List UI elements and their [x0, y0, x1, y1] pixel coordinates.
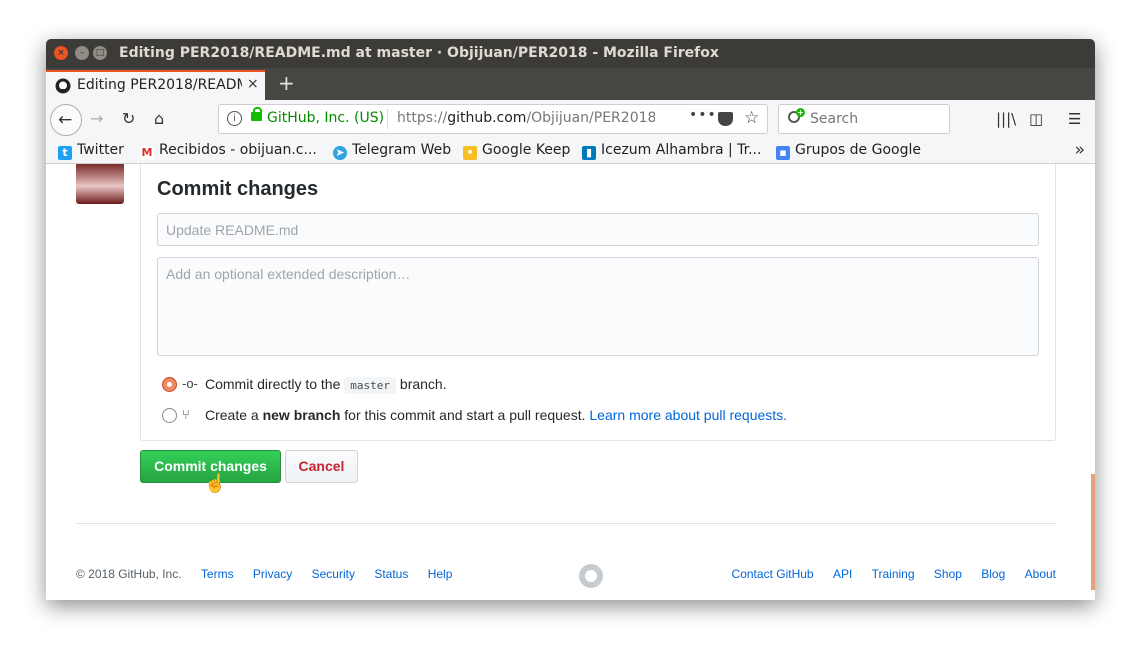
footer-link-privacy[interactable]: Privacy: [253, 567, 292, 581]
page-content: Commit changes -o- Commit directly to th…: [46, 164, 1095, 600]
window-close-button[interactable]: ×: [54, 46, 68, 60]
footer-link-api[interactable]: API: [833, 567, 852, 581]
site-identity[interactable]: GitHub, Inc. (US): [267, 110, 384, 126]
commit-description-input[interactable]: [157, 257, 1039, 356]
footer-divider: [76, 523, 1056, 524]
footer-link-status[interactable]: Status: [374, 567, 408, 581]
footer-copyright: © 2018 GitHub, Inc.: [76, 567, 182, 581]
commit-heading: Commit changes: [157, 178, 319, 200]
new-branch-label: Create a new branch for this commit and …: [205, 407, 788, 423]
tab-title: Editing PER2018/READM: [77, 77, 242, 93]
footer-link-blog[interactable]: Blog: [981, 567, 1005, 581]
title-bar: × – □ Editing PER2018/README.md at maste…: [46, 39, 1095, 68]
bookmarks-overflow-icon[interactable]: »: [1075, 140, 1085, 160]
info-icon[interactable]: i: [227, 111, 242, 126]
search-bar[interactable]: + Search: [778, 104, 950, 134]
bookmark-telegram[interactable]: ➤ Telegram Web: [333, 142, 451, 160]
footer-link-shop[interactable]: Shop: [934, 567, 962, 581]
gmail-icon: M: [140, 146, 154, 160]
page-actions-icon[interactable]: •••: [689, 107, 717, 123]
browser-window: × – □ Editing PER2018/README.md at maste…: [46, 39, 1095, 600]
learn-more-pull-requests-link[interactable]: Learn more about pull requests.: [589, 407, 787, 423]
footer-link-security[interactable]: Security: [312, 567, 355, 581]
bookmark-gmail[interactable]: M Recibidos - obijuan.c...: [140, 142, 317, 160]
url-text[interactable]: https://github.com/Objijuan/PER2018: [397, 110, 655, 126]
footer-left: © 2018 GitHub, Inc. Terms Privacy Securi…: [76, 567, 452, 581]
bookmark-twitter[interactable]: t Twitter: [58, 142, 124, 160]
footer-link-contact[interactable]: Contact GitHub: [732, 567, 814, 581]
tab-github-editing[interactable]: Editing PER2018/READM ×: [46, 70, 265, 100]
new-branch-radio[interactable]: [162, 408, 177, 423]
groups-icon: ▪: [776, 146, 790, 160]
commit-summary-input[interactable]: [157, 213, 1039, 246]
github-logo-icon[interactable]: [579, 564, 603, 588]
tab-close-icon[interactable]: ×: [247, 76, 259, 92]
window-title: Editing PER2018/README.md at master · Ob…: [119, 45, 719, 61]
nav-toolbar: ← → ↻ ⌂ i GitHub, Inc. (US) https://gith…: [46, 100, 1095, 140]
pocket-icon[interactable]: [718, 112, 733, 126]
url-separator: [387, 109, 388, 129]
footer-link-about[interactable]: About: [1025, 567, 1056, 581]
cancel-button[interactable]: Cancel: [285, 450, 358, 483]
new-tab-button[interactable]: +: [278, 71, 295, 95]
hamburger-menu-icon[interactable]: ☰: [1068, 110, 1081, 128]
footer-right: Contact GitHub API Training Shop Blog Ab…: [716, 567, 1056, 581]
hand-cursor-icon: ☝: [204, 473, 227, 493]
git-pull-request-icon: ⑂: [182, 407, 190, 422]
commit-direct-label: Commit directly to the master branch.: [205, 376, 447, 394]
bookmark-google-groups[interactable]: ▪ Grupos de Google: [776, 142, 921, 160]
scrollbar-thumb[interactable]: [1091, 474, 1095, 590]
keep-icon: •: [463, 146, 477, 160]
bookmark-icezum[interactable]: ▮ Icezum Alhambra | Tr...: [582, 142, 761, 160]
window-maximize-button[interactable]: □: [93, 46, 107, 60]
footer-link-training[interactable]: Training: [872, 567, 915, 581]
git-commit-icon: -o-: [182, 376, 198, 391]
trello-icon: ▮: [582, 146, 596, 160]
branch-name: master: [344, 377, 397, 394]
bookmarks-toolbar: t Twitter M Recibidos - obijuan.c... ➤ Tele…: [46, 140, 1095, 164]
library-icon[interactable]: |||\: [996, 110, 1016, 128]
window-minimize-button[interactable]: –: [75, 46, 89, 60]
back-button[interactable]: ←: [50, 104, 82, 136]
reload-button[interactable]: ↻: [122, 109, 135, 128]
telegram-icon: ➤: [333, 146, 347, 160]
avatar[interactable]: [76, 164, 124, 204]
lock-icon: [251, 107, 262, 121]
search-placeholder: Search: [810, 111, 859, 127]
sidebar-icon[interactable]: ◫: [1029, 110, 1043, 128]
commit-direct-radio[interactable]: [162, 377, 177, 392]
twitter-icon: t: [58, 146, 72, 160]
github-icon: [55, 78, 71, 94]
arrow-left-icon: ←: [58, 110, 73, 130]
footer-link-terms[interactable]: Terms: [201, 567, 234, 581]
home-button[interactable]: ⌂: [154, 109, 164, 128]
tab-strip: Editing PER2018/READM × +: [46, 68, 1095, 100]
forward-button[interactable]: →: [90, 109, 103, 128]
bookmark-star-icon[interactable]: ☆: [744, 108, 759, 128]
bookmark-google-keep[interactable]: • Google Keep: [463, 142, 570, 160]
add-search-engine-icon: +: [796, 108, 805, 117]
url-bar[interactable]: i GitHub, Inc. (US) https://github.com/O…: [218, 104, 768, 134]
footer-link-help[interactable]: Help: [428, 567, 453, 581]
